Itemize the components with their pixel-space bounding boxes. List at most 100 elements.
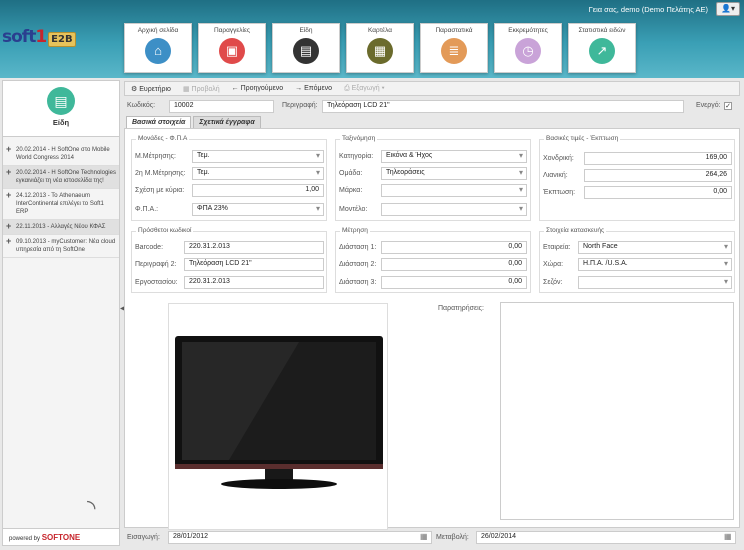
module-tile[interactable]: Αρχική σελίδα ⌂ xyxy=(124,23,192,73)
news-text: 22.11.2013 - Αλλαγές Νέου ΚΦΑΣ xyxy=(16,224,106,230)
insert-date-label: Εισαγωγή: xyxy=(127,534,160,541)
country-label: Χώρα: xyxy=(543,261,564,268)
wholesale-field[interactable]: 169,00 xyxy=(584,152,732,165)
news-text: 09.10.2013 - myCustomer: Νέα cloud υπηρε… xyxy=(16,239,116,253)
active-checkbox[interactable]: ✓ xyxy=(724,102,732,110)
tab-basic[interactable]: Βασικά στοιχεία xyxy=(126,116,192,128)
plus-icon: + xyxy=(6,190,12,200)
units-group: Μονάδες - Φ.Π.Α Μ.Μέτρησης: Τεμ. 2η Μ.Μέ… xyxy=(131,135,327,221)
news-item[interactable]: +22.11.2013 - Αλλαγές Νέου ΚΦΑΣ xyxy=(3,220,119,235)
unit-select[interactable]: Τεμ. xyxy=(192,150,324,163)
season-label: Σεζόν: xyxy=(543,279,563,286)
news-text: 24.12.2013 - Το Athenaeum InterContinent… xyxy=(16,193,104,215)
code-field[interactable]: 10002 xyxy=(169,100,274,113)
manufacture-group: Στοιχεία κατασκευής Εταιρεία: North Face… xyxy=(539,227,735,293)
prices-group-title: Βασικές τιμές - Έκπτωση xyxy=(544,135,621,142)
clock-icon: ◷ xyxy=(515,38,541,64)
unit2-select[interactable]: Τεμ. xyxy=(192,167,324,180)
module-label: Παραστατικά xyxy=(435,27,473,34)
classification-group-title: Ταξινόμηση xyxy=(340,135,378,142)
module-tile[interactable]: Παραστατικά ≣ xyxy=(420,23,488,73)
footer-dates: Εισαγωγή: 28/01/2012 ▦ Μεταβολή: 26/02/2… xyxy=(124,531,740,545)
module-tile[interactable]: Καρτέλα ▦ xyxy=(346,23,414,73)
print-icon: ⎙ xyxy=(344,84,350,92)
vat-label: Φ.Π.Α.: xyxy=(135,206,159,213)
season-select[interactable] xyxy=(578,276,732,289)
previous-button[interactable]: ← Προηγούμενο xyxy=(232,85,284,92)
prices-group: Βασικές τιμές - Έκπτωση Χονδρική: 169,00… xyxy=(539,135,735,221)
view-button[interactable]: ▦ Προβολή xyxy=(183,85,220,93)
softone-logo: SOFTONE xyxy=(41,533,81,542)
country-select[interactable]: Η.Π.Α. /U.S.A. xyxy=(578,258,732,271)
news-item[interactable]: +20.02.2014 - Η SoftOne στο Mobile World… xyxy=(3,143,119,166)
classification-group: Ταξινόμηση Κατηγορία: Εικόνα & Ήχος Ομάδ… xyxy=(335,135,531,221)
ratio-label: Σχέση με κύρια: xyxy=(135,187,185,194)
factory-code-field[interactable]: 220.31.2.013 xyxy=(184,276,324,289)
invoice-icon: ≣ xyxy=(441,38,467,64)
calendar-icon[interactable]: ▦ xyxy=(420,532,428,541)
unit-label: Μ.Μέτρησης: xyxy=(135,153,176,160)
module-tile[interactable]: Είδη ▤ xyxy=(272,23,340,73)
description-field[interactable]: Τηλεόραση LCD 21" xyxy=(322,100,684,113)
measurement-group-title: Μέτρηση xyxy=(340,227,370,234)
group-select[interactable]: Τηλεοράσεις xyxy=(381,167,527,180)
left-panel: ▤ Είδη +20.02.2014 - Η SoftOne στο Mobil… xyxy=(2,80,120,546)
discount-label: Έκπτωση: xyxy=(543,189,576,196)
module-tile[interactable]: Εκκρεμότητες ◷ xyxy=(494,23,562,73)
brand-select[interactable] xyxy=(381,184,527,197)
modify-date-label: Μεταβολή: xyxy=(436,534,469,541)
brand-label: Μάρκα: xyxy=(339,187,363,194)
calendar-icon[interactable]: ▦ xyxy=(724,532,732,541)
code-label: Κωδικός: xyxy=(127,102,156,109)
news-item[interactable]: +24.12.2013 - Το Athenaeum InterContinen… xyxy=(3,189,119,220)
module-label: Είδη xyxy=(299,27,313,34)
cabinet-icon: ▤ xyxy=(293,38,319,64)
export-button[interactable]: ⎙ Εξαγωγή ▾ xyxy=(344,85,384,93)
insert-date-field[interactable]: 28/01/2012 xyxy=(168,531,432,544)
arrow-right-icon: → xyxy=(295,85,303,92)
additional-codes-group: Πρόσθετοι κωδικοί Barcode: 220.31.2.013 … xyxy=(131,227,327,293)
app-logo[interactable]: soft1 E2B xyxy=(2,27,76,47)
module-tile[interactable]: Παραγγελίες ▣ xyxy=(198,23,266,73)
user-menu-button[interactable]: 👤▾ xyxy=(716,2,740,16)
news-item[interactable]: +20.02.2014 - Η SoftOne Technologies εγκ… xyxy=(3,166,119,189)
next-button[interactable]: → Επόμενο xyxy=(295,85,332,92)
model-label: Μοντέλο: xyxy=(339,206,368,213)
description2-field[interactable]: Τηλεόραση LCD 21" xyxy=(184,258,324,271)
measurement-group: Μέτρηση Διάσταση 1: 0,00 Διάσταση 2: 0,0… xyxy=(335,227,531,293)
tab-documents[interactable]: Σχετικά έγγραφα xyxy=(193,116,261,128)
category-select[interactable]: Εικόνα & Ήχος xyxy=(381,150,527,163)
product-image[interactable] xyxy=(168,303,388,530)
dimension1-field[interactable]: 0,00 xyxy=(381,241,527,254)
ratio-field[interactable]: 1,00 xyxy=(192,184,324,197)
chart-icon: ↗ xyxy=(589,38,615,64)
search-index-button[interactable]: ⚙ Ευρετήριο xyxy=(131,85,171,93)
modify-date-field[interactable]: 26/02/2014 xyxy=(476,531,736,544)
model-select[interactable] xyxy=(381,203,527,216)
group-label: Ομάδα: xyxy=(339,170,363,177)
current-module-tile[interactable]: ▤ Είδη xyxy=(3,81,119,137)
tv-image xyxy=(175,336,383,489)
retail-field[interactable]: 264,26 xyxy=(584,169,732,182)
module-label: Καρτέλα xyxy=(368,27,392,34)
notes-textarea[interactable] xyxy=(500,302,734,520)
discount-field[interactable]: 0,00 xyxy=(584,186,732,199)
module-tile[interactable]: Στατιστικά ειδών ↗ xyxy=(568,23,636,73)
barcode-field[interactable]: 220.31.2.013 xyxy=(184,241,324,254)
tab-bar: Βασικά στοιχεία Σχετικά έγγραφα xyxy=(126,116,261,128)
dimension1-label: Διάσταση 1: xyxy=(339,244,377,251)
current-module-label: Είδη xyxy=(52,118,70,127)
news-text: 20.02.2014 - Η SoftOne στο Mobile World … xyxy=(16,147,110,161)
dimension3-field[interactable]: 0,00 xyxy=(381,276,527,289)
units-group-title: Μονάδες - Φ.Π.Α xyxy=(136,135,190,142)
powered-by-footer[interactable]: powered by SOFTONE xyxy=(2,528,120,546)
bag-icon: ▣ xyxy=(219,38,245,64)
top-header: soft1 E2B Γεια σας, demo (Demo Πελάτης ΑΕ… xyxy=(0,0,744,78)
dimension2-field[interactable]: 0,00 xyxy=(381,258,527,271)
news-item[interactable]: +09.10.2013 - myCustomer: Νέα cloud υπηρ… xyxy=(3,235,119,258)
home-icon: ⌂ xyxy=(145,38,171,64)
vat-select[interactable]: ΦΠΑ 23% xyxy=(192,203,324,216)
company-select[interactable]: North Face xyxy=(578,241,732,254)
barcode-label: Barcode: xyxy=(135,244,164,251)
retail-label: Λιανική: xyxy=(543,172,568,179)
